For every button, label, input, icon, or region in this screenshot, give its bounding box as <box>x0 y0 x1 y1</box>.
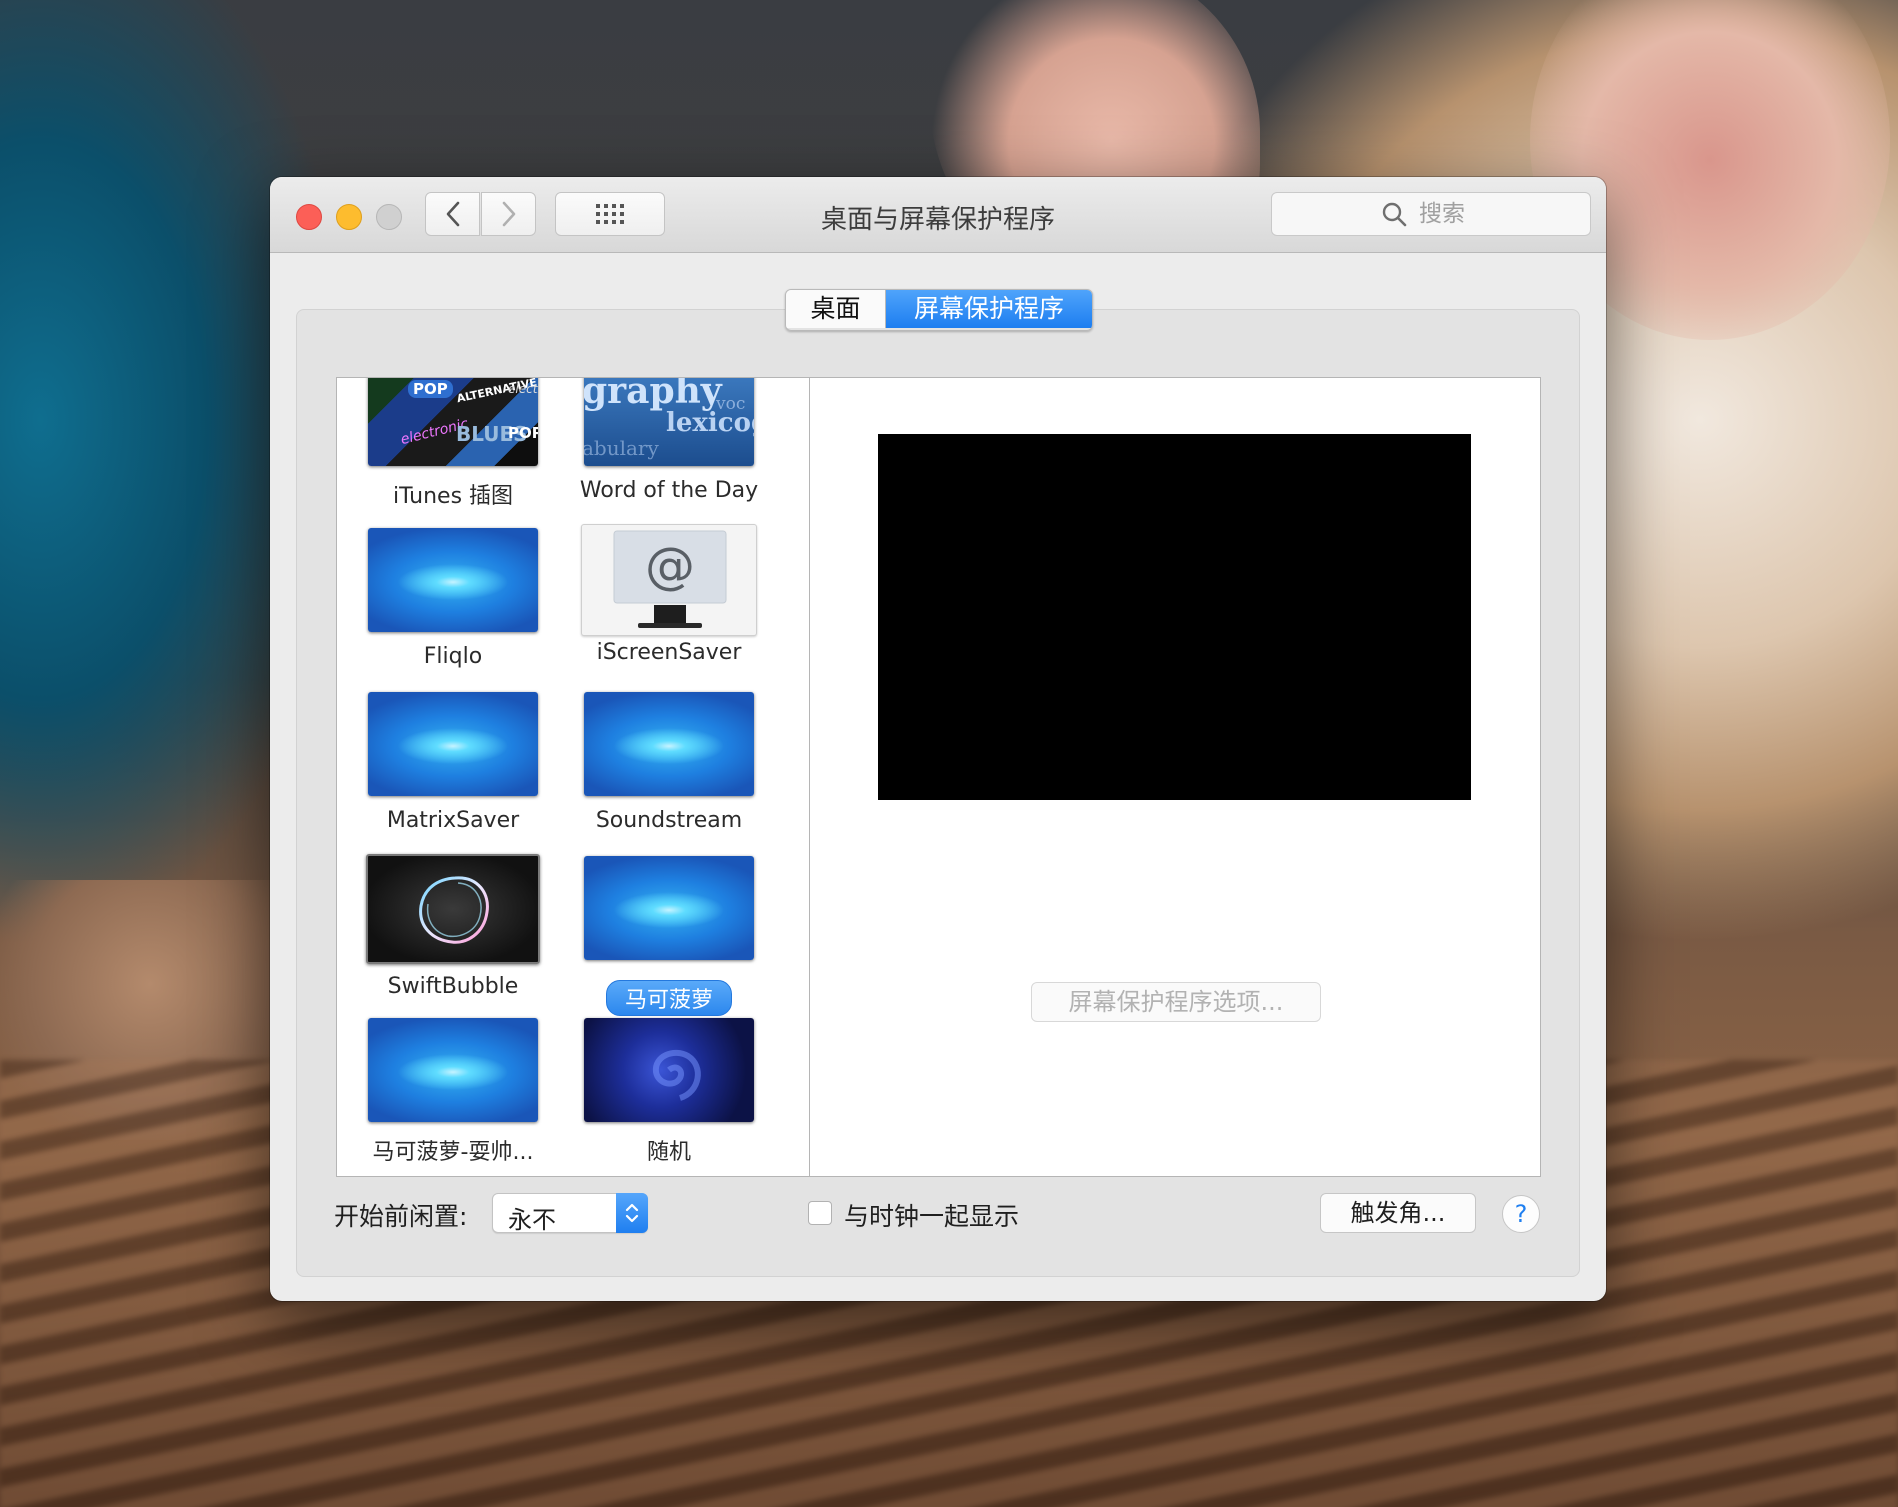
help-button[interactable]: ? <box>1502 1195 1540 1233</box>
screensaver-label: MatrixSaver <box>386 808 520 833</box>
idle-label: 开始前闲置: <box>334 1202 468 1231</box>
list-item[interactable]: Soundstream <box>564 692 774 833</box>
random-thumbnail <box>584 1018 754 1122</box>
search-field[interactable] <box>1271 192 1591 236</box>
tab-screensaver[interactable]: 屏幕保护程序 <box>886 290 1092 328</box>
title-bar: 桌面与屏幕保护程序 <box>270 177 1606 253</box>
list-item[interactable]: 随机 <box>564 1018 774 1166</box>
preferences-window: 桌面与屏幕保护程序 桌面 屏幕保护程序 POP ALTERNATIVE elec… <box>270 177 1606 1301</box>
bottom-controls: 开始前闲置: 永不 与时钟一起显示 触发角... ? <box>270 1189 1606 1239</box>
swiftbubble-thumbnail <box>366 854 540 964</box>
screensaver-label: 马可菠萝-耍帅... <box>372 1140 534 1165</box>
bubble-icon <box>419 876 489 944</box>
screensaver-options-button[interactable]: 屏幕保护程序选项... <box>1031 982 1321 1022</box>
list-item[interactable]: @ iScreenSaver <box>564 524 774 665</box>
screensaver-label: Soundstream <box>595 808 743 833</box>
list-item[interactable]: SwiftBubble <box>348 854 558 999</box>
popup-arrows-icon <box>616 1193 648 1233</box>
list-item[interactable]: MatrixSaver <box>348 692 558 833</box>
monitor-at-icon: @ <box>613 530 727 628</box>
svg-text:@: @ <box>645 537 695 595</box>
matrixsaver-thumbnail <box>368 692 538 796</box>
makebolo-variant-thumbnail <box>368 1018 538 1122</box>
screensaver-label: iTunes 插图 <box>392 484 514 509</box>
show-clock-label: 与时钟一起显示 <box>844 1202 1020 1231</box>
show-clock-checkbox[interactable] <box>808 1201 832 1225</box>
makebolo-thumbnail <box>584 856 754 960</box>
idle-time-popup[interactable]: 永不 <box>492 1193 648 1234</box>
search-input[interactable] <box>1417 200 1481 228</box>
screensaver-label: SwiftBubble <box>387 974 519 999</box>
list-item[interactable]: POP ALTERNATIVE electr electronic BLUES … <box>348 378 558 510</box>
screensaver-label-selected: 马可菠萝 <box>605 980 732 1016</box>
iscreensaver-thumbnail: @ <box>581 524 757 636</box>
itunes-artwork-thumbnail: POP ALTERNATIVE electr electronic BLUES … <box>368 378 538 466</box>
hot-corners-button[interactable]: 触发角... <box>1320 1193 1476 1233</box>
search-icon <box>1382 202 1407 227</box>
screensaver-label: Word of the Day <box>579 478 759 503</box>
tab-desktop[interactable]: 桌面 <box>786 290 886 328</box>
screensaver-list[interactable]: POP ALTERNATIVE electr electronic BLUES … <box>336 377 811 1177</box>
list-item-selected[interactable]: 马可菠萝 <box>564 856 774 1016</box>
list-item[interactable]: Fliqlo <box>348 528 558 669</box>
soundstream-thumbnail <box>584 692 754 796</box>
swirl-icon <box>652 1049 701 1101</box>
screensaver-preview <box>878 434 1471 800</box>
screensaver-label: iScreenSaver <box>596 640 742 665</box>
fliqlo-thumbnail <box>368 528 538 632</box>
list-item[interactable]: 马可菠萝-耍帅... <box>348 1018 558 1166</box>
word-of-the-day-thumbnail: graphy voc lexicog abulary <box>584 378 754 466</box>
tab-control: 桌面 屏幕保护程序 <box>785 289 1093 331</box>
idle-time-value: 永不 <box>508 1206 556 1234</box>
screensaver-label: 随机 <box>646 1140 691 1165</box>
screensaver-label: Fliqlo <box>423 644 483 669</box>
list-item[interactable]: graphy voc lexicog abulary Word of the D… <box>564 378 774 503</box>
preview-area: 屏幕保护程序选项... <box>809 377 1541 1177</box>
